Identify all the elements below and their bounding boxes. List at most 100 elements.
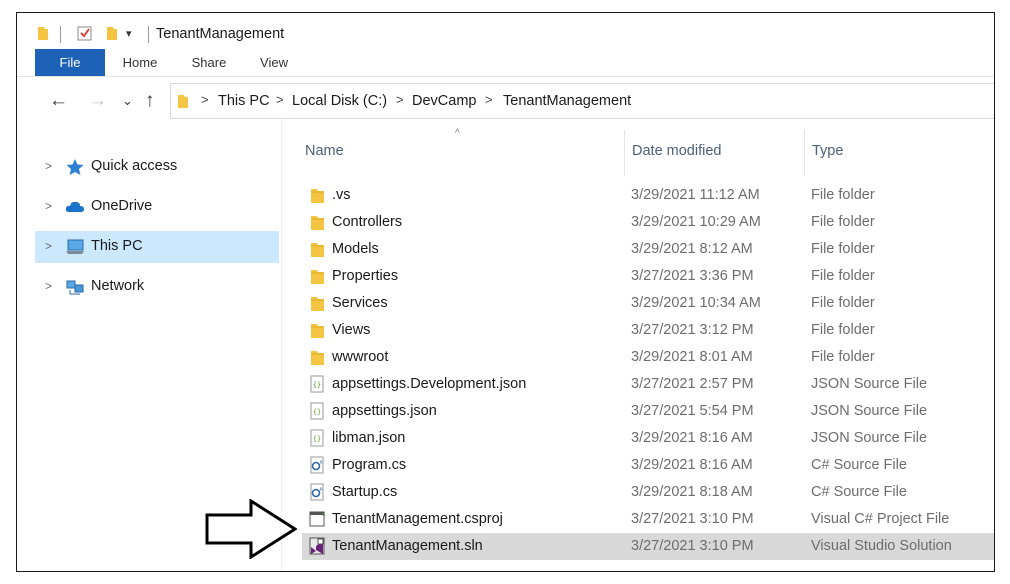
file-type: Visual C# Project File [811, 511, 950, 527]
tab-file[interactable]: File [35, 49, 105, 76]
file-date-modified: 3/27/2021 3:10 PM [631, 511, 754, 527]
file-name: Services [332, 295, 388, 311]
file-name: Models [332, 241, 379, 257]
file-row[interactable]: {} libman.json 3/29/2021 8:16 AM JSON Sourc… [302, 425, 994, 452]
tab-share[interactable]: Share [183, 49, 235, 76]
file-name: Properties [332, 268, 399, 284]
tab-view[interactable]: View [249, 49, 299, 76]
svg-text:#: # [320, 487, 323, 493]
file-row[interactable]: C# TenantManagement.csproj 3/27/2021 3:10 … [302, 506, 994, 533]
file-date-modified: 3/29/2021 8:18 AM [631, 484, 753, 500]
file-date-modified: 3/29/2021 11:12 AM [631, 187, 760, 203]
sidebar-item-label: This PC [91, 238, 143, 254]
breadcrumb-devcamp[interactable]: DevCamp [412, 93, 476, 109]
outline-arrow-right-icon [205, 499, 297, 559]
chevron-down-icon[interactable]: ⌄ [122, 89, 133, 113]
sidebar-item-network[interactable]: > Network [35, 271, 279, 303]
back-arrow-icon[interactable]: ← [49, 89, 68, 113]
file-type: File folder [811, 241, 875, 257]
computer-icon [66, 239, 84, 254]
folder-icon [38, 27, 48, 40]
column-header-name[interactable]: Name [305, 143, 344, 159]
chevron-right-icon[interactable]: > [45, 239, 52, 253]
breadcrumb-this-pc[interactable]: This PC [218, 93, 270, 109]
file-row[interactable]: wwwroot 3/29/2021 8:01 AM File folder [302, 344, 994, 371]
sidebar-item-onedrive[interactable]: > OneDrive [35, 191, 279, 223]
file-type: File folder [811, 187, 875, 203]
file-date-modified: 3/29/2021 8:12 AM [631, 241, 753, 257]
file-type: File folder [811, 322, 875, 338]
file-type: JSON Source File [811, 430, 928, 446]
window-title: TenantManagement [156, 26, 285, 42]
file-date-modified: 3/27/2021 3:10 PM [631, 538, 754, 554]
customize-toolbar-icon[interactable]: ▾ [126, 27, 132, 40]
file-type: C# Source File [811, 457, 907, 473]
file-row[interactable]: # Program.cs 3/29/2021 8:16 AM C# Source Fi… [302, 452, 994, 479]
column-header-date-modified[interactable]: Date modified [632, 143, 721, 159]
file-row[interactable]: Controllers 3/29/2021 10:29 AM File folder [302, 209, 994, 236]
chevron-right-icon[interactable]: > [45, 159, 52, 173]
file-date-modified: 3/29/2021 10:34 AM [631, 295, 761, 311]
chevron-right-icon[interactable]: > [396, 92, 404, 107]
file-name: appsettings.json [332, 403, 437, 419]
file-date-modified: 3/29/2021 8:16 AM [631, 430, 753, 446]
file-row[interactable]: Views 3/27/2021 3:12 PM File folder [302, 317, 994, 344]
file-name: Controllers [332, 214, 403, 230]
json-file-icon: {} [310, 402, 324, 420]
chevron-right-icon[interactable]: > [485, 92, 493, 107]
file-name: libman.json [332, 430, 406, 446]
ribbon-tabs: File Home Share View [17, 49, 994, 76]
folder-icon [311, 297, 324, 311]
file-date-modified: 3/27/2021 3:12 PM [631, 322, 754, 338]
svg-text:C#: C# [322, 512, 325, 518]
chevron-right-icon[interactable]: > [276, 92, 284, 107]
file-date-modified: 3/29/2021 8:16 AM [631, 457, 753, 473]
file-row[interactable]: TenantManagement.sln 3/27/2021 3:10 PM Vis… [302, 533, 994, 560]
properties-icon[interactable] [77, 26, 92, 41]
file-row[interactable]: {} appsettings.json 3/27/2021 5:54 PM JSON … [302, 398, 994, 425]
file-name: TenantManagement.csproj [332, 511, 503, 527]
column-separator[interactable] [624, 130, 625, 176]
svg-text:{}: {} [313, 435, 321, 443]
file-date-modified: 3/29/2021 10:29 AM [631, 214, 761, 230]
file-row[interactable]: # Startup.cs 3/29/2021 8:18 AM C# Source Fi… [302, 479, 994, 506]
new-folder-icon[interactable] [106, 26, 118, 41]
file-name: appsettings.Development.json [332, 376, 527, 392]
file-name: Program.cs [332, 457, 407, 473]
file-row[interactable]: Models 3/29/2021 8:12 AM File folder [302, 236, 994, 263]
chevron-right-icon[interactable]: > [201, 92, 209, 107]
sort-ascending-icon: ^ [455, 128, 460, 139]
file-type: JSON Source File [811, 376, 928, 392]
folder-icon [311, 216, 324, 230]
chevron-right-icon[interactable]: > [45, 199, 52, 213]
file-name: Views [332, 322, 371, 338]
breadcrumb-tenantmanagement[interactable]: TenantManagement [503, 93, 631, 109]
title-bar: ▾ TenantManagement [17, 13, 994, 49]
tab-home[interactable]: Home [113, 49, 167, 76]
forward-arrow-icon[interactable]: → [88, 89, 107, 113]
column-header-type[interactable]: Type [812, 143, 843, 159]
up-arrow-icon[interactable]: ↑ [145, 89, 155, 113]
column-separator[interactable] [804, 130, 805, 176]
breadcrumb-local-disk[interactable]: Local Disk (C:) [292, 93, 387, 109]
sidebar-item-label: Quick access [91, 158, 178, 174]
file-row[interactable]: {} appsettings.Development.json 3/27/2021 … [302, 371, 994, 398]
folder-icon [311, 351, 324, 365]
star-icon [66, 159, 84, 175]
file-row[interactable]: .vs 3/29/2021 11:12 AM File folder [302, 182, 994, 209]
folder-icon [178, 95, 188, 108]
folder-icon [311, 243, 324, 257]
json-file-icon: {} [310, 429, 324, 447]
address-bar[interactable]: > This PC > Local Disk (C:) > DevCamp > … [170, 83, 994, 119]
file-row[interactable]: Properties 3/27/2021 3:36 PM File folder [302, 263, 994, 290]
sidebar-item-quick-access[interactable]: > Quick access [35, 151, 279, 183]
svg-text:{}: {} [313, 381, 321, 389]
sln-file-icon [309, 537, 325, 555]
file-row[interactable]: Services 3/29/2021 10:34 AM File folder [302, 290, 994, 317]
chevron-right-icon[interactable]: > [45, 279, 52, 293]
separator [148, 26, 149, 43]
csharp-file-icon: # [310, 483, 324, 501]
file-type: File folder [811, 349, 875, 365]
sidebar-item-this-pc[interactable]: > This PC [35, 231, 279, 263]
file-list: ^ Name Date modified Type .vs 3/29/2021 1… [282, 119, 994, 571]
